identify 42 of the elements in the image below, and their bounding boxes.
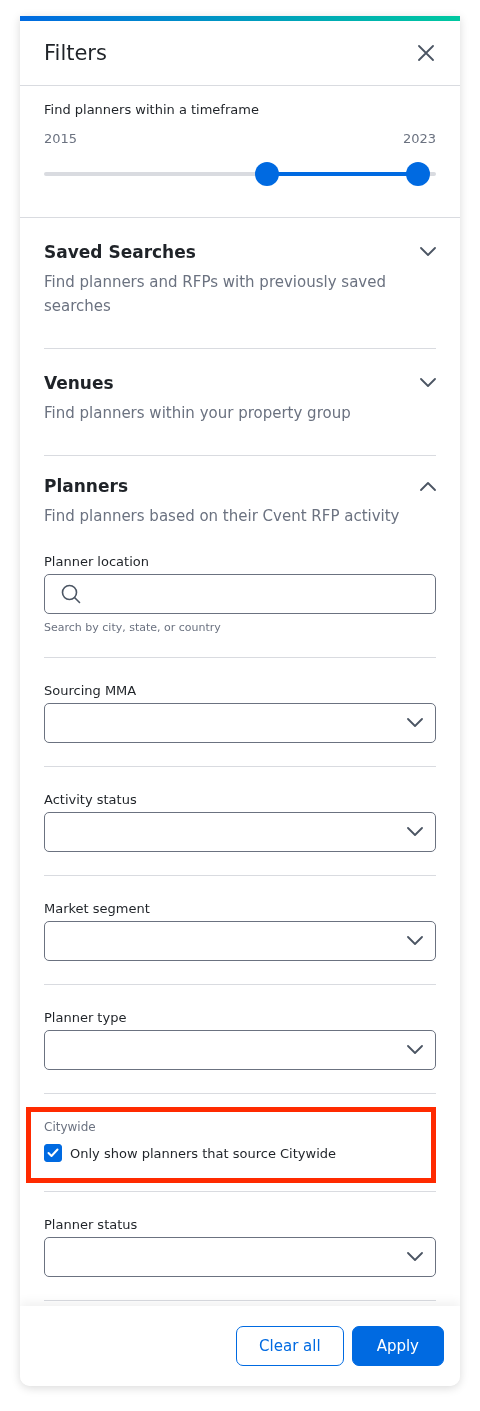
chevron-down-icon: [420, 247, 436, 257]
dropdown-field[interactable]: [44, 1030, 436, 1070]
section-header[interactable]: Venues: [44, 373, 436, 393]
section-header[interactable]: Saved Searches: [44, 242, 436, 262]
search-field[interactable]: [44, 574, 436, 614]
field-hint: Search by city, state, or country: [44, 621, 222, 634]
section-description: Find planners within your property group: [44, 403, 352, 424]
chevron-up-icon: [420, 481, 436, 491]
chevron-down-icon: [407, 936, 423, 946]
chevron-down-icon: [407, 1252, 423, 1262]
close-button[interactable]: [418, 45, 434, 61]
checkmark-icon: [47, 1148, 59, 1158]
dropdown-field[interactable]: [44, 921, 436, 961]
field-label: Activity status: [44, 792, 138, 807]
close-icon: [418, 45, 434, 61]
clear-button[interactable]: Clear all: [236, 1326, 344, 1366]
apply-button[interactable]: Apply: [351, 1326, 444, 1366]
checkbox[interactable]: [44, 1144, 62, 1162]
chevron-down-icon: [407, 718, 423, 728]
field-label: Planner location: [44, 554, 150, 569]
slider-thumb[interactable]: [255, 162, 280, 186]
max-year: 2023: [402, 131, 436, 146]
search-icon: [61, 584, 81, 604]
slider-label: Find planners within a timeframe: [44, 102, 260, 117]
panel-title: Filters: [44, 41, 107, 65]
chevron-down-icon: [407, 1045, 423, 1055]
field-label: Planner type: [44, 1010, 128, 1025]
chevron-down-icon: [420, 378, 436, 388]
dropdown-field[interactable]: [44, 812, 436, 852]
field-label: Market segment: [44, 901, 151, 916]
section-description: Find planners based on their Cvent RFP activity: [44, 506, 401, 527]
field-label: Planner status: [44, 1217, 139, 1232]
checkbox-label[interactable]: Only show planners that source Citywide: [70, 1145, 336, 1161]
dropdown-field[interactable]: [44, 1237, 436, 1277]
min-year: 2015: [44, 131, 78, 146]
field-label: Sourcing MMA: [44, 683, 138, 698]
section-description: Find planners and RFPs with previously saved searches: [44, 272, 387, 317]
dropdown-field[interactable]: [44, 703, 436, 743]
slider-thumb[interactable]: [406, 162, 431, 186]
section-header[interactable]: Planners: [44, 476, 436, 496]
chevron-down-icon: [407, 827, 423, 837]
group-label: Citywide: [44, 1120, 97, 1134]
